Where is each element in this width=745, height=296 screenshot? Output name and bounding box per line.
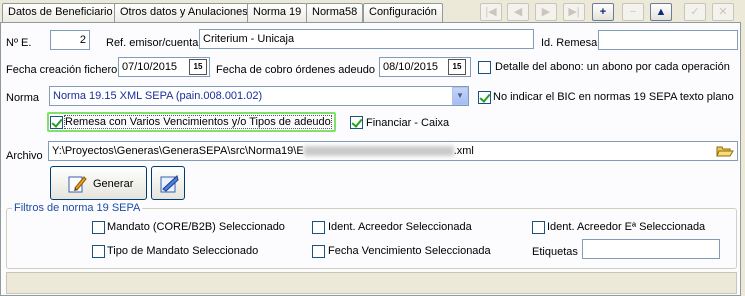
cancel-record-button[interactable]: ✕ xyxy=(712,3,734,21)
plus-icon: + xyxy=(599,6,607,18)
prev-icon: ◀ xyxy=(513,6,523,18)
num-field[interactable]: 2 xyxy=(50,30,90,50)
ident-acreedor-e-label: Ident. Acreedor Eª Seleccionada xyxy=(547,221,706,233)
ident-acreedor-checkbox[interactable] xyxy=(312,221,325,234)
tab-datos-beneficiario[interactable]: Datos de Beneficiario xyxy=(2,3,119,22)
financiar-label: Financiar - Caixa xyxy=(366,117,450,129)
tab-norma58[interactable]: Norma58 xyxy=(306,3,364,22)
tab-norma-19[interactable]: Norma 19 xyxy=(247,3,308,22)
filtros-title: Filtros de norma 19 SEPA xyxy=(12,202,143,214)
next-record-button[interactable]: ▶ xyxy=(535,3,557,21)
id-remesa-label: Id. Remesa xyxy=(541,37,598,49)
generar-label: Generar xyxy=(93,178,134,190)
redacted-filename xyxy=(303,146,454,157)
calendar-icon[interactable]: 15 xyxy=(189,59,207,75)
folder-open-icon[interactable] xyxy=(716,144,734,158)
post-record-button[interactable]: ✓ xyxy=(684,3,706,21)
calendar-day: 15 xyxy=(452,62,462,71)
close-icon: ✕ xyxy=(718,6,728,18)
first-record-button[interactable]: |◀ xyxy=(480,3,502,21)
last-icon: ▶| xyxy=(568,6,580,18)
fecha-cobro-label: Fecha de cobro órdenes adeudo xyxy=(216,64,376,76)
last-record-button[interactable]: ▶| xyxy=(563,3,585,21)
tab-label: Configuración xyxy=(369,6,437,18)
etiquetas-field[interactable] xyxy=(582,239,720,259)
norma-label: Norma xyxy=(6,92,40,104)
tab-otros-datos[interactable]: Otros datos y Anulaciones xyxy=(114,3,254,22)
status-panel xyxy=(6,272,737,294)
edit-record-button[interactable]: ▲ xyxy=(650,3,672,21)
no-bic-checkbox[interactable] xyxy=(478,91,491,104)
archivo-label: Archivo xyxy=(6,150,43,162)
mandato-label: Mandato (CORE/B2B) Seleccionado xyxy=(107,221,285,233)
archivo-path-suffix: .xml xyxy=(453,145,474,157)
fecha-cobro-value: 08/10/2015 xyxy=(383,61,439,73)
minus-icon: − xyxy=(629,6,637,18)
id-remesa-field[interactable] xyxy=(598,30,738,50)
detalle-label: Detalle del abono: un abono por cada ope… xyxy=(495,61,730,73)
ref-field[interactable]: Criterium - Unicaja xyxy=(199,29,534,49)
check-icon: ✓ xyxy=(690,6,700,18)
norma-selected-value: Norma 19.15 XML SEPA (pain.008.001.02) xyxy=(53,90,263,102)
send-file-button[interactable] xyxy=(151,166,185,200)
remesa-varios-checkbox[interactable] xyxy=(50,116,63,129)
archivo-path-prefix: Y:\Proyectos\Generas\GeneraSEPA\src\Norm… xyxy=(52,145,304,157)
etiquetas-label: Etiquetas xyxy=(532,246,578,258)
tipo-mandato-label: Tipo de Mandato Seleccionado xyxy=(107,245,259,257)
fecha-creacion-value: 07/10/2015 xyxy=(122,61,178,73)
generar-button[interactable]: Generar xyxy=(50,166,147,200)
next-icon: ▶ xyxy=(541,6,551,18)
no-bic-label: No indicar el BIC en normas 19 SEPA text… xyxy=(493,91,734,103)
tab-configuracion[interactable]: Configuración xyxy=(363,3,443,22)
triangle-up-icon: ▲ xyxy=(655,6,667,18)
tab-label: Norma58 xyxy=(312,6,358,18)
norma-select[interactable]: Norma 19.15 XML SEPA (pain.008.001.02) xyxy=(49,86,469,106)
prev-record-button[interactable]: ◀ xyxy=(507,3,529,21)
fecha-venc-label: Fecha Vencimiento Seleccionada xyxy=(328,245,491,257)
generate-document-icon xyxy=(67,174,87,197)
chevron-down-icon[interactable]: ▼ xyxy=(452,87,468,105)
delete-record-button[interactable]: − xyxy=(622,3,644,21)
num-label: Nº E. xyxy=(6,37,32,49)
archivo-field[interactable]: Y:\Proyectos\Generas\GeneraSEPA\src\Norm… xyxy=(48,141,738,161)
ident-acreedor-label: Ident. Acreedor Seleccionada xyxy=(328,221,472,233)
ref-label: Ref. emisor/cuenta xyxy=(106,37,199,49)
mandato-checkbox[interactable] xyxy=(92,221,105,234)
tab-label: Otros datos y Anulaciones xyxy=(120,6,248,18)
remesa-varios-label: Remesa con Varios Vencimientos y/o Tipos… xyxy=(64,115,332,129)
add-record-button[interactable]: + xyxy=(592,3,614,21)
financiar-checkbox[interactable] xyxy=(350,116,363,129)
fecha-creacion-label: Fecha creación fichero xyxy=(6,64,118,76)
tab-label: Norma 19 xyxy=(253,6,302,18)
fecha-venc-checkbox[interactable] xyxy=(312,245,325,258)
tab-bar: Datos de Beneficiario Otros datos y Anul… xyxy=(0,0,745,22)
send-file-icon xyxy=(158,173,180,198)
calendar-icon[interactable]: 15 xyxy=(448,59,466,75)
first-icon: |◀ xyxy=(485,6,497,18)
detalle-checkbox[interactable] xyxy=(478,61,491,74)
calendar-day: 15 xyxy=(193,62,203,71)
ident-acreedor-e-checkbox[interactable] xyxy=(532,221,545,234)
tab-label: Datos de Beneficiario xyxy=(8,6,113,18)
tipo-mandato-checkbox[interactable] xyxy=(92,245,105,258)
